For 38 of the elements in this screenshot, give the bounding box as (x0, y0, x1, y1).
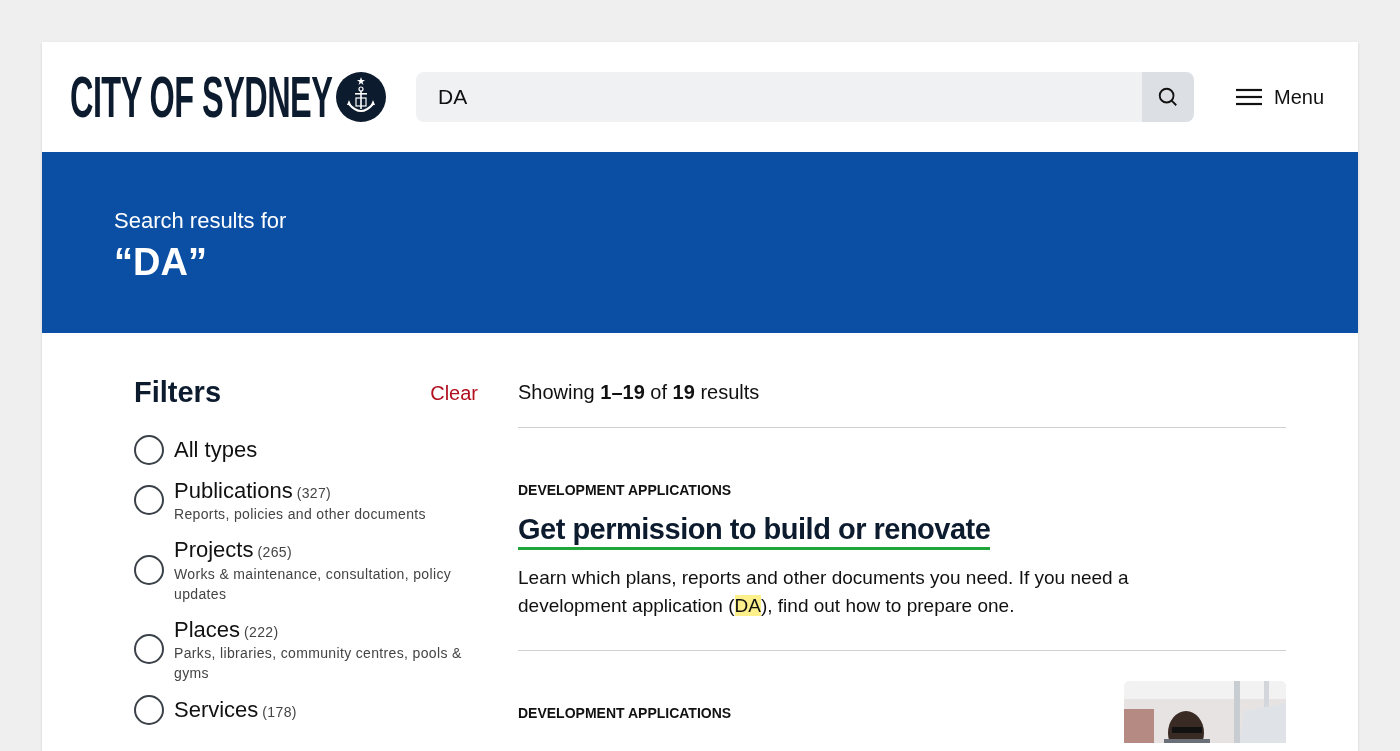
clear-link[interactable]: Clear (430, 377, 478, 408)
filter-count: (265) (257, 543, 292, 562)
radio-button[interactable] (134, 554, 164, 585)
search-icon (1156, 86, 1179, 108)
filter-description: Reports, policies and other documents (174, 505, 427, 524)
filter-count: (327) (296, 483, 332, 503)
filter-description: Works & maintenance, consultation, policy updates (174, 564, 453, 604)
filter-option[interactable]: All types (134, 434, 478, 465)
filter-option[interactable]: Projects (265) Works & maintenance, consultation, policy updates (134, 536, 478, 604)
radio-button[interactable] (134, 434, 164, 465)
filter-label: Services (174, 696, 259, 724)
result-category: DEVELOPMENT APPLICATIONS (518, 481, 733, 500)
filter-count: (222) (244, 622, 279, 642)
menu-button[interactable]: Menu (1235, 82, 1324, 112)
menu-icon (1235, 88, 1262, 106)
filter-option[interactable]: Places (222) Parks, libraries, community centres, pools & gyms (134, 615, 478, 683)
filter-option[interactable]: Publications (327) Reports, policies and other documents (134, 476, 478, 524)
filter-label: Projects (174, 536, 254, 564)
result-description: Learn which plans, reports and other documents you need. If you need a development application (DA), find out how to prepare one. (518, 566, 1130, 619)
result-category: DEVELOPMENT APPLICATIONS (518, 704, 732, 724)
search-button[interactable] (1141, 72, 1194, 122)
banner-intro: Search results for (114, 207, 288, 235)
filter-option[interactable]: Services (178) (134, 695, 478, 725)
filter-label: Publications (174, 476, 293, 504)
filter-label: All types (174, 435, 258, 464)
result-title-link[interactable]: Get permission to build or renovate (518, 511, 991, 551)
radio-button[interactable] (134, 695, 164, 725)
results-summary: Showing 1–19 of 19 results (518, 371, 1286, 428)
filters-heading: Filters (134, 375, 222, 410)
emblem-icon (336, 72, 386, 122)
logo-wordmark[interactable]: CITY OF SYDNEY (70, 68, 333, 126)
filter-label: Places (174, 615, 241, 643)
radio-button[interactable] (134, 485, 164, 516)
filter-description: Parks, libraries, community centres, pools & gyms (174, 644, 463, 683)
radio-button[interactable] (134, 634, 164, 665)
search-query: “DA” (114, 239, 208, 285)
search-field[interactable]: DA (416, 72, 1142, 122)
filter-count: (178) (262, 703, 297, 723)
